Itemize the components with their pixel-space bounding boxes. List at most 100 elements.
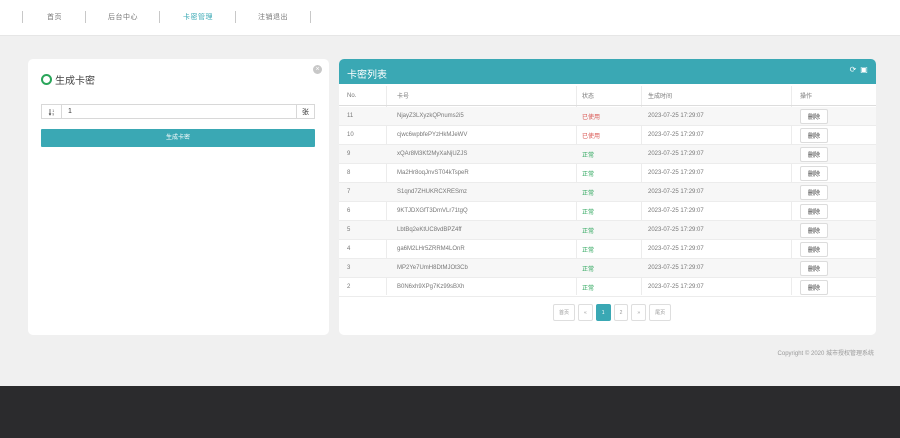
generate-title-text: 生成卡密: [55, 76, 95, 87]
card-list-header: 卡密列表 ⟳ ▣: [339, 59, 876, 84]
table-row: 9 xQAr8M3Kf2MyXaNjUZJS 正常 2023-07-25 17:29:…: [339, 145, 876, 164]
sort-number-icon: 19: [42, 105, 62, 118]
quantity-field: 19 张: [41, 104, 315, 119]
cell-action: 删除: [800, 202, 829, 220]
cell-card: NjayZ3LXyzkQPnums2i5: [397, 113, 464, 119]
table-row: 5 LbtBq2eKtUC8vdBPZ4ff 正常 2023-07-25 17:29:…: [339, 221, 876, 240]
cell-status: 正常: [582, 266, 595, 273]
fullscreen-icon[interactable]: ▣: [860, 66, 868, 74]
table-row: 2 B0N6xh9XPg7Kz99sBXh 正常 2023-07-25 17:29:0…: [339, 278, 876, 297]
generate-panel: 生成卡密 × 19 张 生成卡密: [28, 59, 329, 335]
delete-button[interactable]: 删除: [800, 146, 829, 162]
cell-card: 9KTJDXGfT3DmVLr71tgQ: [397, 208, 468, 214]
cell-time: 2023-07-25 17:29:07: [648, 189, 704, 195]
cell-status: 正常: [582, 209, 595, 216]
table-row: 6 9KTJDXGfT3DmVLr71tgQ 正常 2023-07-25 17:29:…: [339, 202, 876, 221]
cell-time: 2023-07-25 17:29:07: [648, 246, 704, 252]
cell-no: 4: [347, 246, 351, 252]
close-icon[interactable]: ×: [313, 65, 322, 74]
cell-no: 6: [347, 208, 351, 214]
cell-no: 3: [347, 265, 351, 271]
cell-time: 2023-07-25 17:29:07: [648, 227, 704, 233]
cell-status: 正常: [582, 152, 595, 159]
col-no-header: No.: [347, 92, 357, 99]
cell-no: 5: [347, 227, 351, 233]
cell-no: 9: [347, 151, 351, 157]
delete-button[interactable]: 删除: [800, 184, 829, 200]
cell-no: 8: [347, 170, 351, 176]
table-row: 4 ga6M2LHr5ZRRM4LOnR 正常 2023-07-25 17:29:07…: [339, 240, 876, 259]
cell-status: 已使用: [582, 133, 601, 140]
cell-status: 正常: [582, 190, 595, 197]
nav-divider: [235, 11, 236, 23]
cell-time: 2023-07-25 17:29:07: [648, 151, 704, 157]
col-card-header: 卡号: [397, 94, 410, 100]
cell-card: xQAr8M3Kf2MyXaNjUZJS: [397, 151, 468, 157]
nav-item-home[interactable]: 首页: [47, 12, 62, 22]
page-last[interactable]: 尾页: [649, 304, 672, 321]
cell-time: 2023-07-25 17:29:07: [648, 284, 704, 290]
col-action-header: 操作: [800, 94, 813, 100]
cell-action: 删除: [800, 278, 829, 296]
nav-divider: [85, 11, 86, 23]
table-row: 3 MP2Ye7UmH8DtMJOt3Cb 正常 2023-07-25 17:29:0…: [339, 259, 876, 278]
page-next[interactable]: »: [631, 304, 647, 321]
card-list-title: 卡密列表: [347, 70, 387, 81]
nav-divider: [310, 11, 311, 23]
table-row: 8 Ma2Hr8oqJnvST04kTspeR 正常 2023-07-25 17:29…: [339, 164, 876, 183]
col-time-header: 生成时间: [648, 94, 673, 100]
cell-action: 删除: [800, 259, 829, 277]
cell-status: 正常: [582, 247, 595, 254]
cell-no: 7: [347, 189, 351, 195]
table-row: 11 NjayZ3LXyzkQPnums2i5 已使用 2023-07-25 17:2…: [339, 107, 876, 126]
nav-item-dashboard[interactable]: 后台中心: [108, 12, 138, 22]
cell-action: 删除: [800, 107, 829, 125]
delete-button[interactable]: 删除: [800, 108, 829, 124]
table-row: 10 cjwc6wpbfePYzHkMJeWV 已使用 2023-07-25 17:2…: [339, 126, 876, 145]
cell-no: 11: [347, 113, 354, 119]
cell-time: 2023-07-25 17:29:07: [648, 265, 704, 271]
cell-status: 已使用: [582, 114, 601, 121]
cell-time: 2023-07-25 17:29:07: [648, 208, 704, 214]
cell-no: 2: [347, 284, 351, 290]
delete-button[interactable]: 删除: [800, 279, 829, 295]
page-1[interactable]: 1: [595, 304, 611, 321]
cell-status: 正常: [582, 171, 595, 178]
page-prev[interactable]: «: [578, 304, 593, 321]
cell-card: ga6M2LHr5ZRRM4LOnR: [397, 246, 465, 252]
cell-action: 删除: [800, 126, 829, 144]
page-first[interactable]: 首页: [553, 304, 576, 321]
cell-status: 正常: [582, 285, 595, 292]
delete-button[interactable]: 删除: [800, 222, 829, 238]
nav-item-card-manage[interactable]: 卡密管理: [183, 12, 213, 22]
cell-card: MP2Ye7UmH8DtMJOt3Cb: [397, 265, 468, 271]
cell-card: LbtBq2eKtUC8vdBPZ4ff: [397, 227, 462, 233]
cell-card: Ma2Hr8oqJnvST04kTspeR: [397, 170, 469, 176]
delete-button[interactable]: 删除: [800, 127, 829, 143]
cell-card: S1qnd7ZHUKRCXRESmz: [397, 189, 468, 195]
page-2[interactable]: 2: [613, 304, 629, 321]
delete-button[interactable]: 删除: [800, 203, 829, 219]
refresh-icon[interactable]: ⟳: [849, 66, 857, 74]
generate-button[interactable]: 生成卡密: [41, 129, 315, 147]
cell-action: 删除: [800, 164, 829, 182]
quantity-input[interactable]: [62, 105, 296, 118]
cell-time: 2023-07-25 17:29:07: [648, 113, 704, 119]
cell-action: 删除: [800, 221, 829, 239]
cell-action: 删除: [800, 240, 829, 258]
copyright: Copyright © 2020 城市授权管理系统: [777, 351, 874, 357]
card-list-panel: 卡密列表 ⟳ ▣ No. 卡号 状态 生成时间 操作 11 NjayZ3LXyzk…: [339, 59, 876, 335]
nav-item-logout[interactable]: 注销退出: [258, 12, 288, 22]
col-status-header: 状态: [582, 94, 595, 100]
pagination: 首页 « 1 2 » 尾页: [553, 304, 674, 321]
nav-divider: [22, 11, 23, 23]
table-header: No. 卡号 状态 生成时间 操作: [339, 86, 876, 106]
page-footer: [0, 386, 900, 438]
top-nav: 首页 后台中心 卡密管理 注销退出: [0, 0, 900, 36]
delete-button[interactable]: 删除: [800, 260, 829, 276]
cell-time: 2023-07-25 17:29:07: [648, 132, 704, 138]
table-row: 7 S1qnd7ZHUKRCXRESmz 正常 2023-07-25 17:29:07…: [339, 183, 876, 202]
circle-icon: [41, 74, 52, 85]
delete-button[interactable]: 删除: [800, 165, 829, 181]
delete-button[interactable]: 删除: [800, 241, 829, 257]
